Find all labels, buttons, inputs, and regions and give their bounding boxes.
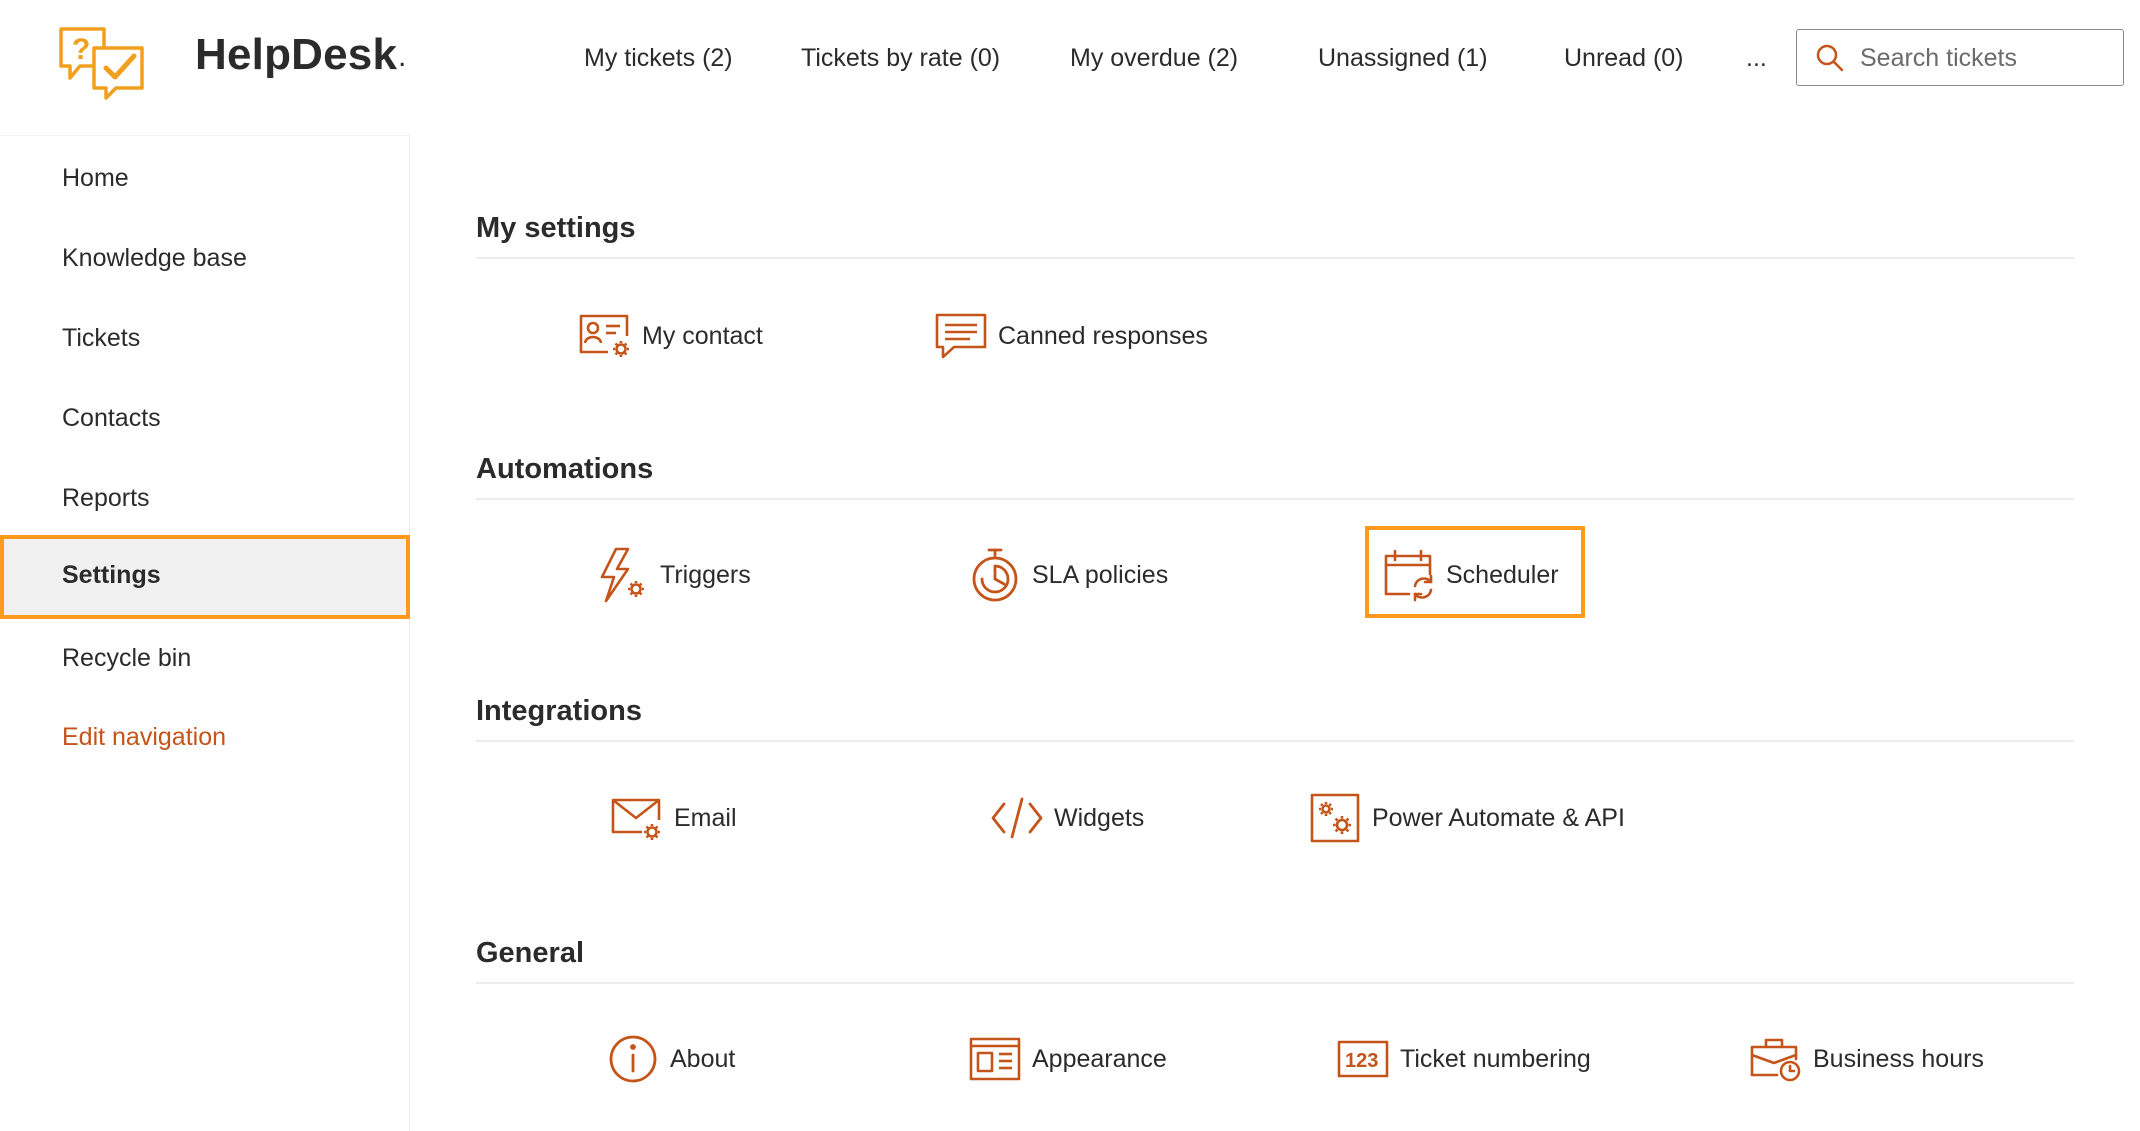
tile-label: SLA policies [1032, 560, 1169, 589]
briefcase-clock-icon [1749, 1033, 1803, 1085]
svg-text:123: 123 [1345, 1050, 1378, 1072]
tile-label: Triggers [660, 560, 751, 589]
tile-appearance[interactable]: Appearance [968, 1031, 1167, 1087]
tile-widgets[interactable]: Widgets [990, 790, 1144, 846]
topnav-my-tickets[interactable]: My tickets (2) [584, 44, 733, 73]
sidebar-item-tickets[interactable]: Tickets [0, 298, 410, 378]
tile-business-hours[interactable]: Business hours [1749, 1031, 1984, 1087]
helpdesk-logo-icon[interactable]: ? [58, 26, 146, 100]
divider [476, 498, 2074, 500]
sidebar-item-contacts[interactable]: Contacts [0, 378, 410, 458]
sidebar-item-home[interactable]: Home [0, 138, 410, 218]
tile-label: Appearance [1032, 1044, 1167, 1073]
section-title-general: General [476, 937, 584, 969]
scheduler-highlight-frame [1365, 526, 1585, 618]
tile-label: Business hours [1813, 1044, 1984, 1073]
section-title-my-settings: My settings [476, 212, 636, 244]
tile-my-contact[interactable]: My contact [578, 308, 763, 364]
divider [476, 740, 2074, 742]
tile-label: Widgets [1054, 803, 1145, 832]
topnav-tickets-by-rate[interactable]: Tickets by rate (0) [801, 44, 1000, 73]
chat-message-icon [934, 310, 988, 362]
topnav-unassigned[interactable]: Unassigned (1) [1318, 44, 1488, 73]
edit-navigation-link[interactable]: Edit navigation [0, 697, 410, 777]
layout-icon [968, 1033, 1022, 1085]
tile-triggers[interactable]: Triggers [596, 547, 751, 603]
svg-text:?: ? [72, 33, 90, 66]
sidebar-item-settings[interactable]: Settings [0, 535, 410, 619]
contact-card-gear-icon [578, 310, 632, 362]
tile-canned-responses[interactable]: Canned responses [934, 308, 1208, 364]
tile-label: Power Automate & API [1372, 803, 1625, 832]
gears-box-icon [1308, 792, 1362, 844]
tile-label: Ticket numbering [1400, 1044, 1591, 1073]
sidebar-item-reports[interactable]: Reports [0, 458, 410, 538]
search-placeholder: Search tickets [1860, 44, 2018, 72]
topnav-my-overdue[interactable]: My overdue (2) [1070, 44, 1238, 73]
search-input[interactable]: Search tickets [1796, 29, 2124, 86]
section-title-automations: Automations [476, 453, 654, 485]
lightning-gear-icon [596, 547, 650, 603]
envelope-gear-icon [610, 792, 664, 844]
sidebar: Home Knowledge base Tickets Contacts Rep… [0, 135, 410, 1131]
tile-sla-policies[interactable]: SLA policies [968, 547, 1168, 603]
tile-ticket-numbering[interactable]: 123 Ticket numbering [1336, 1031, 1591, 1087]
tile-label: Canned responses [998, 321, 1208, 350]
info-icon [606, 1033, 660, 1085]
sidebar-item-knowledge-base[interactable]: Knowledge base [0, 218, 410, 298]
app-title: HelpDesk [195, 30, 398, 79]
topnav-more-button[interactable]: ... [1746, 44, 1767, 73]
tile-label: About [670, 1044, 736, 1073]
tile-power-automate-api[interactable]: Power Automate & API [1308, 790, 1625, 846]
stopwatch-icon [968, 548, 1022, 602]
tile-label: My contact [642, 321, 763, 350]
tile-label: Email [674, 803, 737, 832]
search-icon [1816, 44, 1844, 72]
topnav-unread[interactable]: Unread (0) [1564, 44, 1684, 73]
sidebar-item-recycle-bin[interactable]: Recycle bin [0, 618, 410, 698]
divider [476, 257, 2074, 259]
divider [476, 982, 2074, 984]
tile-email[interactable]: Email [610, 790, 737, 846]
code-icon [990, 792, 1044, 844]
app-title-suffix: . [398, 40, 407, 73]
section-title-integrations: Integrations [476, 695, 642, 727]
header: ? HelpDesk . My tickets (2) Tickets by r… [0, 0, 2140, 135]
number-123-icon: 123 [1336, 1033, 1390, 1085]
tile-about[interactable]: About [606, 1031, 735, 1087]
